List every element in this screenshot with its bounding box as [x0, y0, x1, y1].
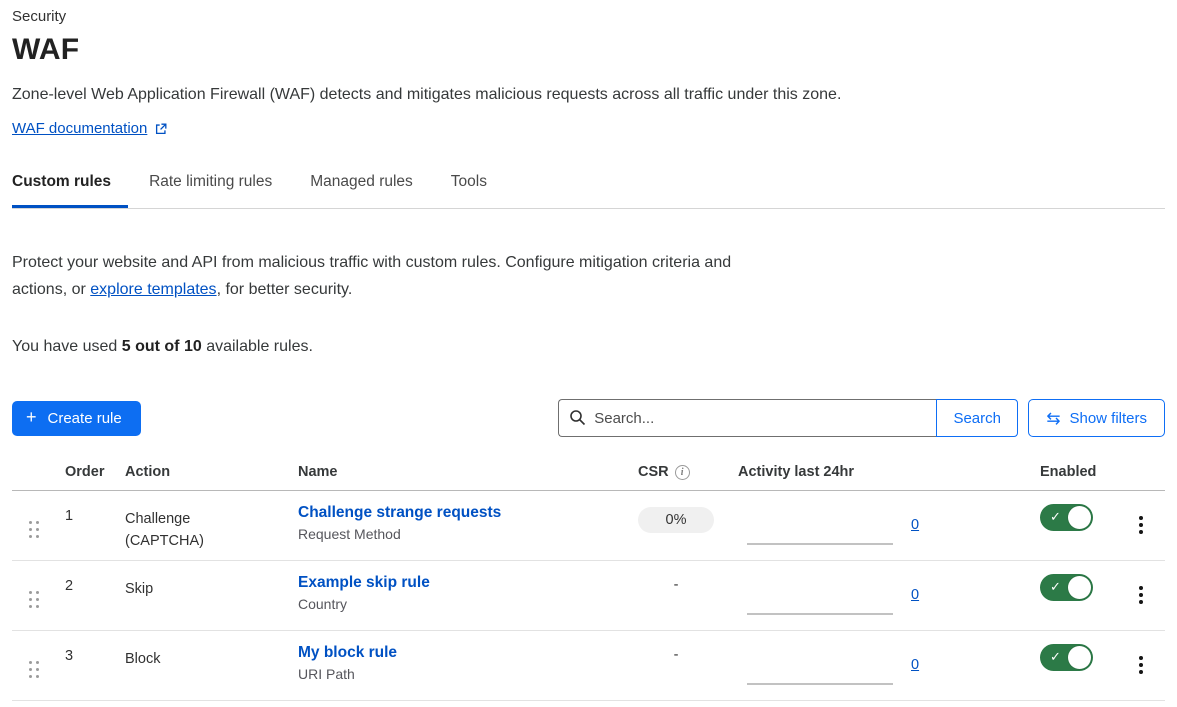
more-options-button[interactable] [1135, 514, 1147, 536]
check-icon: ✓ [1050, 649, 1061, 665]
rule-field: URI Path [298, 666, 638, 682]
rule-action: Block [125, 648, 160, 670]
explore-templates-link[interactable]: explore templates [90, 281, 216, 298]
toggle-knob [1068, 646, 1091, 669]
breadcrumb: Security [12, 8, 1165, 25]
activity-sparkline [747, 613, 893, 615]
create-rule-label: Create rule [48, 410, 122, 427]
toggle-knob [1068, 506, 1091, 529]
toolbar: + Create rule Search ⇆ Show filt [12, 399, 1165, 437]
rule-name-link[interactable]: My block rule [298, 644, 397, 662]
activity-sparkline [747, 683, 893, 685]
col-action: Action [125, 464, 298, 480]
search-input[interactable] [558, 399, 936, 437]
page-title: WAF [12, 33, 1165, 67]
search-icon [569, 409, 586, 431]
rule-field: Country [298, 596, 638, 612]
table-row: 3 Block My block rule URI Path - 0 ✓ [12, 631, 1165, 701]
tab-managed-rules[interactable]: Managed rules [310, 167, 413, 208]
table-header: Order Action Name CSR i Activity last 24h… [12, 458, 1165, 491]
usage-text: You have used 5 out of 10 available rule… [12, 338, 1165, 356]
enabled-toggle[interactable]: ✓ [1040, 504, 1093, 531]
intro-text-after: , for better security. [217, 281, 353, 298]
tab-tools[interactable]: Tools [451, 167, 487, 208]
rule-order: 3 [65, 631, 125, 700]
csr-value: - [638, 647, 714, 663]
table-row: 1 Challenge (CAPTCHA) Challenge strange … [12, 491, 1165, 561]
rule-field: Request Method [298, 526, 638, 542]
drag-handle-icon[interactable] [29, 661, 39, 678]
rule-name-link[interactable]: Example skip rule [298, 574, 430, 592]
activity-count-link[interactable]: 0 [911, 587, 919, 603]
csr-value: - [638, 577, 714, 593]
more-options-button[interactable] [1135, 584, 1147, 606]
activity-sparkline [747, 543, 893, 545]
external-link-icon [154, 122, 168, 136]
col-order: Order [65, 464, 125, 480]
more-options-button[interactable] [1135, 654, 1147, 676]
col-enabled: Enabled [1040, 464, 1120, 480]
rule-action: Skip [125, 578, 153, 600]
activity-count-link[interactable]: 0 [911, 657, 919, 673]
intro-text: Protect your website and API from malici… [12, 249, 747, 303]
info-icon[interactable]: i [675, 465, 690, 480]
page-description: Zone-level Web Application Firewall (WAF… [12, 86, 1165, 104]
tab-custom-rules[interactable]: Custom rules [12, 167, 128, 208]
usage-suffix: available rules. [202, 338, 313, 355]
tab-bar: Custom rules Rate limiting rules Managed… [12, 167, 1165, 209]
rule-order: 2 [65, 561, 125, 630]
tab-rate-limiting-rules[interactable]: Rate limiting rules [149, 167, 272, 208]
waf-documentation-link[interactable]: WAF documentation [12, 120, 147, 137]
rule-name-link[interactable]: Challenge strange requests [298, 504, 501, 522]
csr-value: 0% [638, 507, 714, 533]
table-row: 2 Skip Example skip rule Country - 0 ✓ [12, 561, 1165, 631]
drag-handle-icon[interactable] [29, 521, 39, 538]
waf-page: Security WAF Zone-level Web Application … [0, 0, 1177, 701]
usage-prefix: You have used [12, 338, 122, 355]
show-filters-label: Show filters [1069, 410, 1147, 427]
usage-count: 5 out of 10 [122, 338, 202, 355]
activity-count-link[interactable]: 0 [911, 517, 919, 533]
enabled-toggle[interactable]: ✓ [1040, 644, 1093, 671]
check-icon: ✓ [1050, 579, 1061, 595]
col-name: Name [298, 464, 638, 480]
filters-swap-icon: ⇆ [1046, 410, 1060, 427]
search-button[interactable]: Search [936, 399, 1018, 437]
col-activity: Activity last 24hr [738, 464, 943, 480]
show-filters-button[interactable]: ⇆ Show filters [1028, 399, 1165, 437]
rule-action: Challenge (CAPTCHA) [125, 508, 225, 552]
rule-order: 1 [65, 491, 125, 560]
plus-icon: + [26, 408, 37, 426]
create-rule-button[interactable]: + Create rule [12, 401, 141, 436]
table-body: 1 Challenge (CAPTCHA) Challenge strange … [12, 491, 1165, 701]
enabled-toggle[interactable]: ✓ [1040, 574, 1093, 601]
rules-table: Order Action Name CSR i Activity last 24h… [12, 458, 1165, 701]
toggle-knob [1068, 576, 1091, 599]
col-csr: CSR [638, 464, 669, 480]
drag-handle-icon[interactable] [29, 591, 39, 608]
check-icon: ✓ [1050, 509, 1061, 525]
